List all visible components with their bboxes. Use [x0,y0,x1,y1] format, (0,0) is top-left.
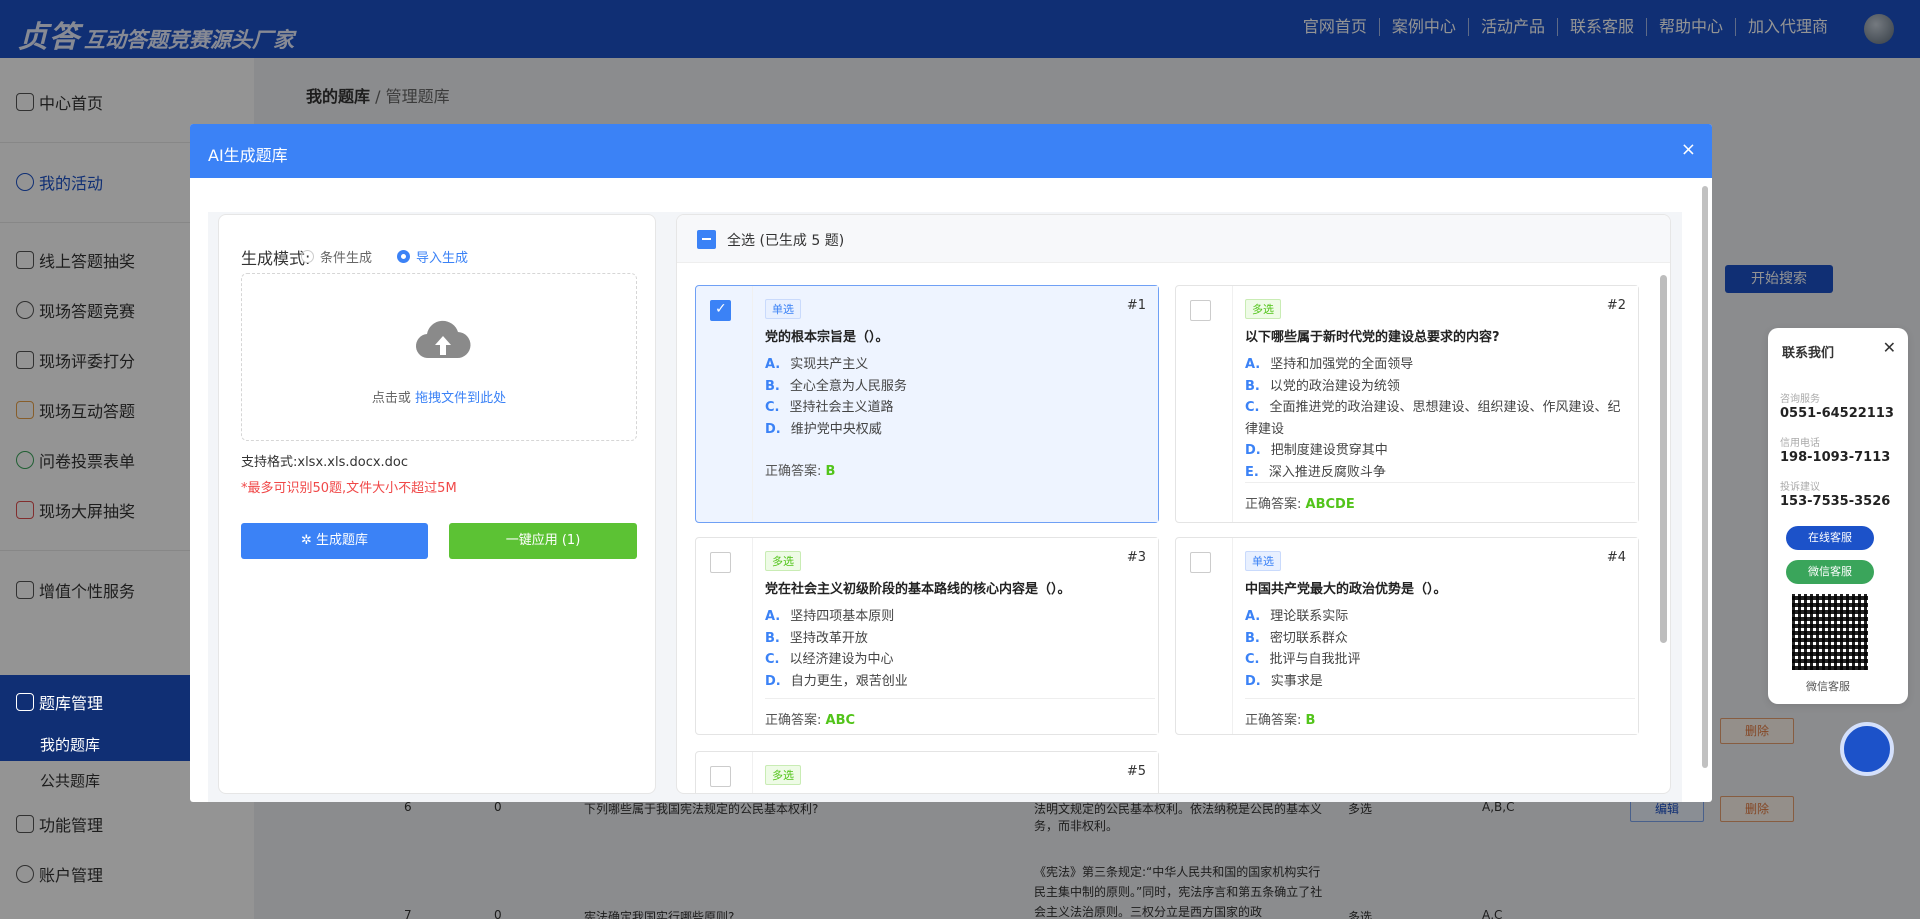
limit-warning: *最多可识别50题,文件大小不超过5M [241,481,457,496]
sparkle-icon: ✲ [300,533,316,548]
generate-bank-button[interactable]: ✲ 生成题库 [241,523,428,559]
question-card[interactable]: 单选 #1 党的根本宗旨是（）。 A.实现共产主义 B.全心全意为人民服务 C.… [695,285,1159,523]
question-options: A. 坚持和加强党的全面领导 B. 以党的政治建设为统领 C. 全面推进党的政治建设、… [1245,357,1621,480]
question-type-tag: 多选 [765,551,801,571]
question-checkbox[interactable] [710,552,731,573]
question-type-tag: 多选 [1245,299,1281,319]
question-text: 以下哪些属于新时代党的建设总要求的内容? [1245,330,1500,345]
modal-header: AI生成题库 × [190,124,1712,178]
apply-all-button[interactable]: 一键应用 (1) [449,523,637,559]
correct-answer: 正确答案: B [1245,698,1635,728]
question-text: 中国共产党最大的政治优势是（）。 [1245,582,1447,597]
contact-phone: 198-1093-7113 [1780,450,1891,465]
upload-dropzone[interactable]: 点击或 拖拽文件到此处 [241,273,637,441]
correct-answer: 正确答案: B [765,464,836,479]
close-icon[interactable]: ✕ [1883,338,1896,357]
upload-link[interactable]: 拖拽文件到此处 [415,391,506,406]
question-type-tag: 单选 [1245,551,1281,571]
contact-phone: 153-7535-3526 [1780,494,1891,509]
question-options: A. 坚持四项基本原则 B. 坚持改革开放 C. 以经济建设为中心 D. 自力更生，艰苦… [765,609,908,689]
online-service-button[interactable]: 在线客服 [1786,526,1874,550]
contact-title: 联系我们 [1782,346,1835,361]
question-options: A. 理论联系实际 B. 密切联系群众 C. 批评与自我批评 D. 实事求是 [1245,609,1361,689]
question-number: #5 [1126,764,1146,779]
wechat-service-button[interactable]: 微信客服 [1786,560,1874,584]
question-number: #2 [1606,298,1626,313]
modal-scrollbar[interactable] [1702,186,1708,768]
results-scrollbar[interactable] [1660,275,1667,643]
question-card[interactable]: 多选 #2 以下哪些属于新时代党的建设总要求的内容? A. 坚持和加强党的全面领导… [1175,285,1639,523]
headset-icon[interactable] [1840,722,1894,776]
question-checkbox[interactable] [710,300,731,321]
question-results-panel: 全选 (已生成 5 题) 单选 #1 党的根本宗旨是（）。 A.实现共产主义 B… [676,214,1671,794]
contact-phone: 0551-64522113 [1780,406,1894,421]
select-all-checkbox[interactable] [697,230,716,249]
question-card[interactable]: 多选 #3 党在社会主义初级阶段的基本路线的核心内容是（）。 A. 坚持四项基本原… [695,537,1159,735]
list-icon [16,693,34,711]
question-checkbox[interactable] [1190,552,1211,573]
question-number: #1 [1126,298,1146,313]
cloud-upload-icon [415,320,471,359]
question-checkbox[interactable] [710,766,731,787]
question-options: A. 实现共产主义 B. 全心全意为人民服务 C. 坚持社会主义道路 D. 维护党中央权… [765,357,907,437]
generate-config-panel: 生成模式: 条件生成 导入生成 点击或 拖拽文件到此处 支持格式:xlsx.xl… [218,214,656,794]
question-type-tag: 单选 [765,299,801,319]
supported-formats: 支持格式:xlsx.xls.docx.doc [241,455,409,470]
question-checkbox[interactable] [1190,300,1211,321]
mode-radio-import[interactable]: 导入生成 [397,247,468,266]
question-type-tag: 多选 [765,765,801,785]
modal-title: AI生成题库 [208,146,288,165]
mode-label: 生成模式: [241,249,311,268]
question-number: #3 [1126,550,1146,565]
sidebar-item-question-bank-label: 题库管理 [16,690,103,714]
contact-panel: 联系我们 ✕ 咨询服务 0551-64522113 信用电话 198-1093-… [1768,328,1908,704]
correct-answer: 正确答案: ABCDE [1245,482,1635,512]
mode-radio-condition[interactable]: 条件生成 [301,247,372,266]
question-number: #4 [1606,550,1626,565]
qr-code [1792,594,1868,670]
select-all-label: 全选 (已生成 5 题) [727,233,845,249]
question-card[interactable]: 多选 #5 [695,751,1159,793]
sidebar-subitem-my-bank-label: 我的题库 [40,736,101,754]
modal-close-button[interactable]: × [1681,139,1696,160]
correct-answer: 正确答案: ABC [765,698,1155,728]
question-text: 党的根本宗旨是（）。 [765,330,889,345]
question-text: 党在社会主义初级阶段的基本路线的核心内容是（）。 [765,582,1071,597]
question-card[interactable]: 单选 #4 中国共产党最大的政治优势是（）。 A. 理论联系实际 B. 密切联系群众… [1175,537,1639,735]
